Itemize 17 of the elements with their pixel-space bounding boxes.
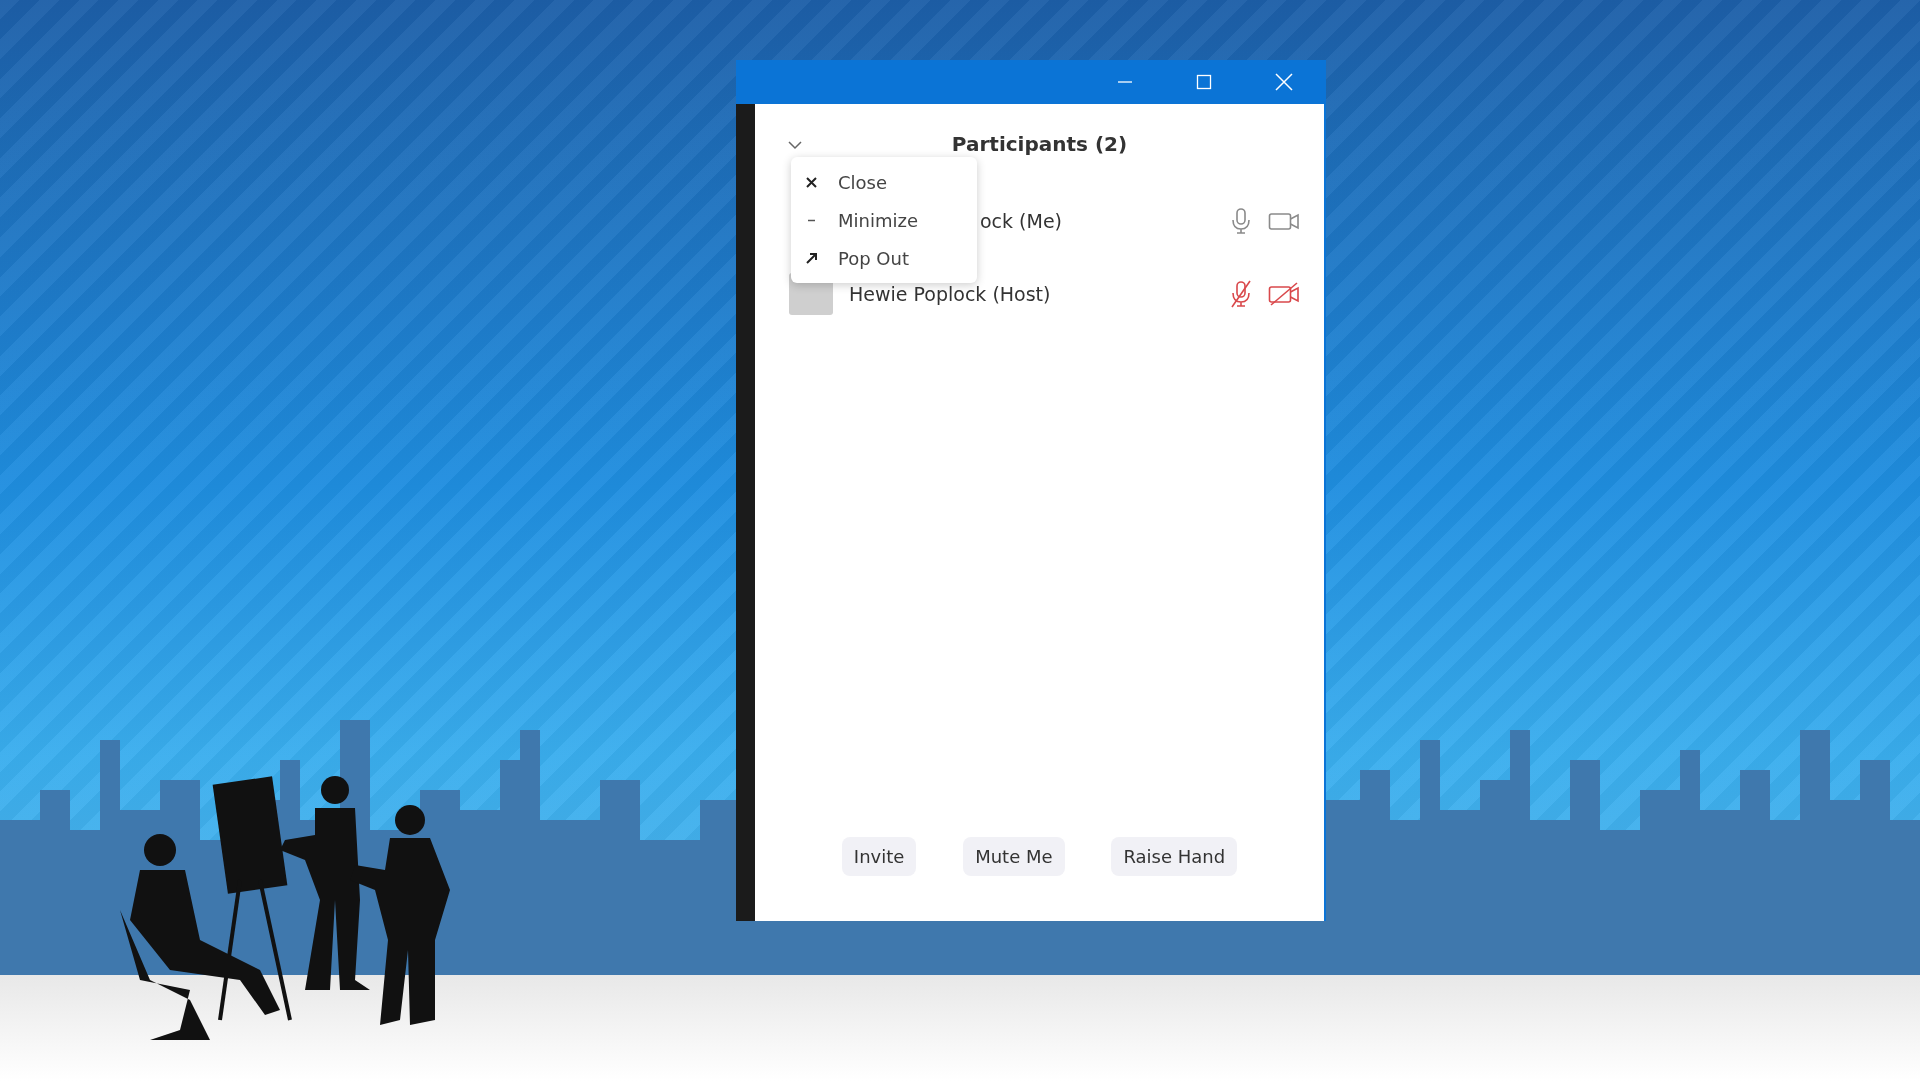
diagonal-arrow-icon	[805, 251, 818, 265]
close-menu-item[interactable]: Close	[791, 163, 977, 201]
close-icon[interactable]	[1275, 73, 1293, 91]
action-button[interactable]: Invite	[841, 836, 917, 876]
action-button[interactable]: Raise Hand	[1111, 836, 1238, 876]
pop-out-menu-item[interactable]: Pop Out	[791, 239, 977, 277]
minimize-menu-item[interactable]: Minimize	[791, 201, 977, 239]
close-icon	[805, 175, 818, 189]
microphone-icon[interactable]	[1230, 206, 1252, 235]
action-button[interactable]: Mute Me	[963, 836, 1065, 876]
video-off-icon[interactable]	[1268, 281, 1300, 306]
participant-name: Hewie Poplock (Host)	[849, 282, 1052, 305]
maximize-icon[interactable]	[1196, 74, 1212, 90]
chevron-down-icon[interactable]	[788, 141, 802, 150]
participant-name: ock (Me)	[980, 209, 1064, 232]
muted-microphone-icon[interactable]	[1230, 279, 1252, 308]
panel-title: Participants (2)	[951, 132, 1128, 156]
